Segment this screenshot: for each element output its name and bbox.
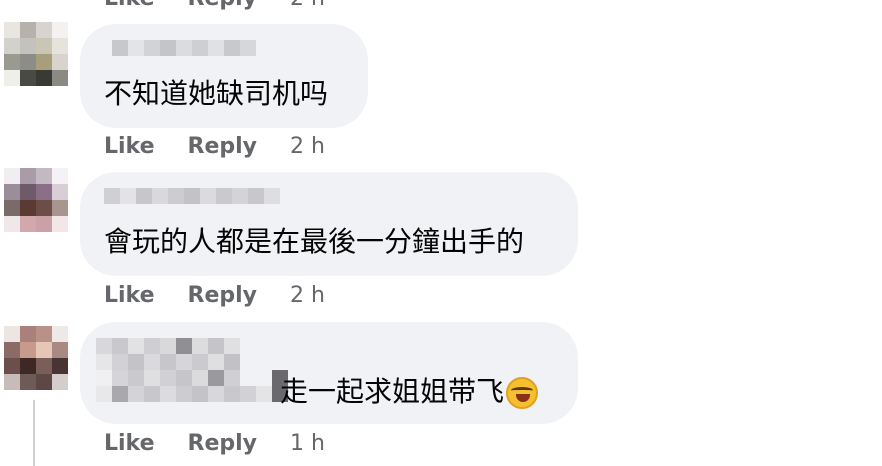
commenter-name[interactable] [104,188,280,204]
reply-link[interactable]: Reply [188,431,258,456]
reply-link[interactable]: Reply [188,283,258,308]
like-link[interactable]: Like [104,283,155,308]
comment-actions-top: Like Reply 2 h [104,0,325,11]
avatar[interactable] [4,22,68,86]
comment-actions: Like Reply 1 h [104,431,325,456]
avatar[interactable] [4,326,68,390]
comment-text: 走一起求姐姐带飞 [280,374,539,410]
comment-actions: Like Reply 2 h [104,283,325,308]
like-link[interactable]: Like [104,0,155,11]
comment-actions: Like Reply 2 h [104,134,325,159]
timestamp[interactable]: 2 h [290,0,325,11]
rolling-on-floor-laughing-icon [506,377,539,409]
commenter-name[interactable] [112,40,256,56]
comment-bubble: 走一起求姐姐带飞 [80,322,578,424]
timestamp[interactable]: 2 h [290,283,325,308]
avatar[interactable] [4,168,68,232]
reply-thread-line [33,400,35,466]
comment-text: 不知道她缺司机吗 [104,77,329,110]
comment-text: 會玩的人都是在最後一分鐘出手的 [104,225,525,258]
comment-text-content: 走一起求姐姐带飞 [280,375,505,408]
like-link[interactable]: Like [104,431,155,456]
commenter-name[interactable] [96,338,288,406]
timestamp[interactable]: 2 h [290,134,325,159]
comment-bubble: 會玩的人都是在最後一分鐘出手的 [80,172,578,276]
timestamp[interactable]: 1 h [290,431,325,456]
like-link[interactable]: Like [104,134,155,159]
reply-link[interactable]: Reply [188,0,258,11]
reply-link[interactable]: Reply [188,134,258,159]
comment-bubble: 不知道她缺司机吗 [80,24,368,128]
